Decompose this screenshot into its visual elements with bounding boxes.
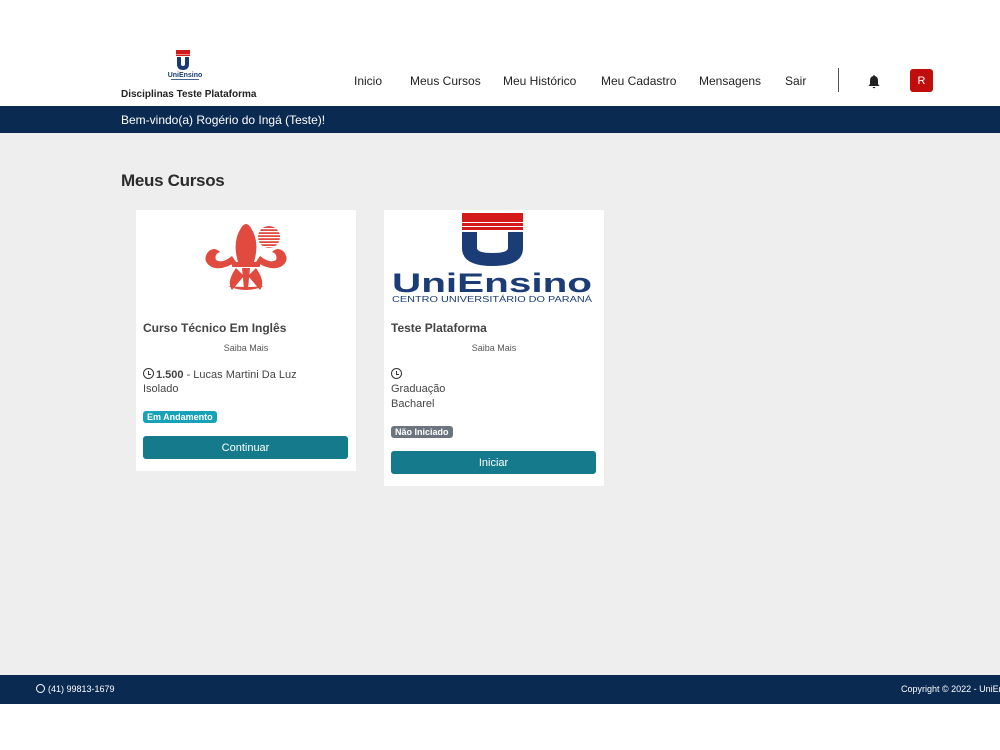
- nav-divider: [838, 68, 839, 92]
- phone-number: (41) 99813-1679: [48, 684, 115, 694]
- nav-meu-historico[interactable]: Meu Histórico: [503, 74, 576, 88]
- continue-button[interactable]: Continuar: [143, 436, 348, 459]
- welcome-message: Bem-vindo(a) Rogério do Ingá (Teste)!: [121, 113, 326, 127]
- nav-meus-cursos[interactable]: Meus Cursos: [410, 74, 481, 88]
- start-button[interactable]: Iniciar: [391, 451, 596, 474]
- course-hours: 1.500: [156, 369, 184, 381]
- brand-name: Disciplinas Teste Plataforma: [121, 89, 257, 100]
- main-content: Meus Cursos Curso Técnico Em Inglês Saib…: [0, 133, 1000, 675]
- logo-subtitle: CENTRO UNIVERSITÁRIO DO PARANÁ: [392, 295, 593, 304]
- course-hours-line: 1.500 - Lucas Martini Da Luz: [143, 368, 297, 381]
- footer: (41) 99813-1679 Copyright © 2022 - UniEn: [0, 675, 1000, 704]
- course-title[interactable]: Curso Técnico Em Inglês: [143, 321, 286, 335]
- course-degree: Bacharel: [391, 398, 435, 410]
- copyright: Copyright © 2022 - UniEn: [901, 684, 1000, 694]
- clock-icon: [143, 368, 154, 379]
- unisensino-logo-icon: UniEnsino: [168, 50, 203, 80]
- user-avatar[interactable]: R: [910, 69, 933, 92]
- course-title[interactable]: Teste Plataforma: [391, 321, 487, 335]
- status-badge: Em Andamento: [143, 411, 217, 423]
- welcome-bar: Bem-vindo(a) Rogério do Ingá (Teste)!: [0, 106, 1000, 133]
- saiba-mais-link[interactable]: Saiba Mais: [384, 343, 604, 353]
- course-card: UniEnsino CENTRO UNIVERSITÁRIO DO PARANÁ…: [384, 210, 604, 486]
- footer-phone[interactable]: (41) 99813-1679: [36, 684, 115, 694]
- course-type: Isolado: [143, 383, 179, 395]
- saiba-mais-link[interactable]: Saiba Mais: [136, 343, 356, 353]
- nav-mensagens[interactable]: Mensagens: [699, 74, 761, 88]
- clock-icon: [391, 368, 402, 379]
- nav-meu-cadastro[interactable]: Meu Cadastro: [601, 74, 676, 88]
- course-hours-line: [391, 368, 404, 381]
- course-card: Curso Técnico Em Inglês Saiba Mais 1.500…: [136, 210, 356, 471]
- course-teacher: - Lucas Martini Da Luz: [183, 369, 297, 381]
- status-badge: Não Iniciado: [391, 426, 453, 438]
- top-header: UniEnsino Disciplinas Teste Plataforma I…: [0, 0, 1000, 106]
- nav-inicio[interactable]: Inicio: [354, 74, 382, 88]
- page-title: Meus Cursos: [121, 171, 225, 190]
- whatsapp-icon: [36, 684, 45, 693]
- uniensino-logo-icon: UniEnsino CENTRO UNIVERSITÁRIO DO PARANÁ: [392, 213, 593, 304]
- logo-wordmark: UniEnsino: [168, 72, 203, 79]
- course-level: Graduação: [391, 383, 446, 395]
- logo-wordmark: UniEnsino: [392, 268, 592, 298]
- nav-sair[interactable]: Sair: [785, 74, 806, 88]
- bell-icon[interactable]: [867, 74, 881, 90]
- fleur-de-lis-logo-icon: [205, 224, 287, 290]
